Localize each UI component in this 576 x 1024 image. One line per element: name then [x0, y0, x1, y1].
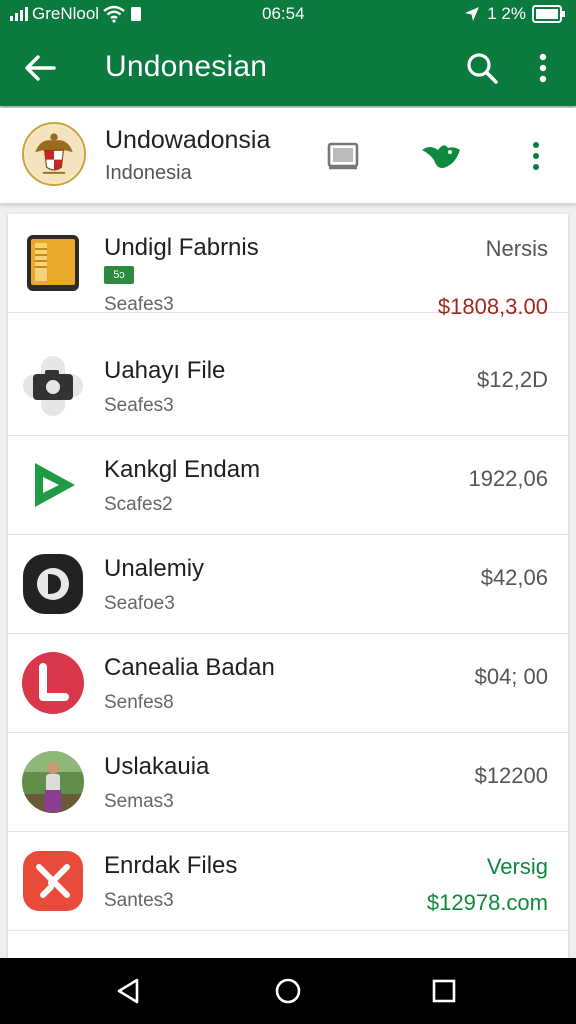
list-item[interactable]: Uahayı File Seafes3 $12,2D	[8, 337, 568, 436]
app-list: Undigl Fabrnis 5ɔ Seafes3 Nersis $1808,3…	[8, 214, 568, 974]
item-price: 1922,06	[468, 466, 548, 491]
status-right: 1 2%	[463, 3, 566, 25]
item-name: Canealia Badan	[104, 654, 275, 681]
more-vert-icon[interactable]	[528, 48, 558, 88]
list-item[interactable]: Undigl Fabrnis 5ɔ Seafes3 Nersis $1808,3…	[8, 214, 568, 319]
notification-icon	[131, 7, 142, 21]
item-price: $1808,3.00	[437, 294, 548, 319]
carrier-name: GreNlool	[32, 4, 100, 23]
item-category: Semas3	[104, 791, 174, 812]
play-icon	[35, 463, 75, 507]
app-bar: Undonesian	[0, 28, 576, 106]
item-name: Undigl Fabrnis	[104, 234, 259, 261]
item-top-label: Nersis	[485, 236, 548, 261]
back-arrow-icon[interactable]	[20, 48, 60, 88]
signal-icon	[10, 7, 28, 21]
item-price: $12,2D	[477, 367, 548, 392]
developer-header: Undowadonsia Indonesia	[0, 108, 576, 204]
app-l-icon	[22, 652, 84, 714]
nav-home-icon[interactable]	[273, 976, 303, 1006]
list-item[interactable]: Uslakauia Semas3 $12200	[8, 733, 568, 832]
list-item[interactable]: Unalemiy Seafoe3 $42,06	[8, 535, 568, 634]
item-name: Unalemiy	[104, 555, 205, 582]
bird-icon[interactable]	[418, 136, 464, 176]
camera-icon	[23, 356, 83, 416]
battery-percent: 1 2%	[487, 4, 526, 23]
location-arrow-icon	[465, 7, 480, 21]
status-time: 06:54	[262, 4, 305, 23]
list-item[interactable]: Kankgl Endam Scafes2 1922,06	[8, 436, 568, 535]
item-price: $12200	[474, 763, 548, 788]
library-icon[interactable]	[324, 138, 364, 174]
item-badge: 5ɔ	[104, 266, 134, 284]
nav-recents-icon[interactable]	[429, 976, 459, 1006]
item-category: Seafes3	[104, 294, 174, 315]
item-name: Kankgl Endam	[104, 456, 261, 483]
item-category: Scafes2	[104, 494, 173, 515]
battery-icon	[532, 5, 565, 23]
item-price: $12978.com	[426, 890, 548, 915]
list-item[interactable]: Canealia Badan Senfes8 $04; 00	[8, 634, 568, 733]
item-name: Uahayı File	[104, 357, 226, 384]
item-price: $04; 00	[474, 664, 548, 689]
item-category: Seafoe3	[104, 593, 175, 614]
tablet-icon	[27, 235, 79, 291]
item-category: Santes3	[104, 890, 174, 911]
header-more-icon[interactable]	[524, 136, 548, 176]
developer-country: Indonesia	[105, 162, 192, 184]
search-icon[interactable]	[462, 48, 502, 88]
item-category: Seafes3	[104, 395, 174, 416]
item-top-label: Versig	[486, 854, 548, 879]
item-name: Enrdak Files	[104, 852, 238, 879]
page-title: Undonesian	[105, 50, 268, 83]
system-nav-bar	[0, 958, 576, 1024]
status-bar: GreNlool 06:54 1 2%	[0, 0, 576, 28]
list-item[interactable]: Enrdak Files Santes3 Versig $12978.com	[8, 832, 568, 931]
app-d-icon	[23, 554, 83, 614]
developer-name: Undowadonsia	[105, 126, 271, 154]
wifi-icon	[103, 5, 125, 23]
status-left: GreNlool	[10, 4, 143, 24]
nav-back-icon[interactable]	[113, 976, 143, 1006]
person-photo-icon	[22, 751, 84, 813]
item-category: Senfes8	[104, 692, 174, 713]
emblem-logo-icon	[22, 122, 86, 186]
item-price: $42,06	[480, 565, 548, 590]
app-k-icon	[23, 851, 83, 911]
item-name: Uslakauia	[104, 753, 210, 780]
